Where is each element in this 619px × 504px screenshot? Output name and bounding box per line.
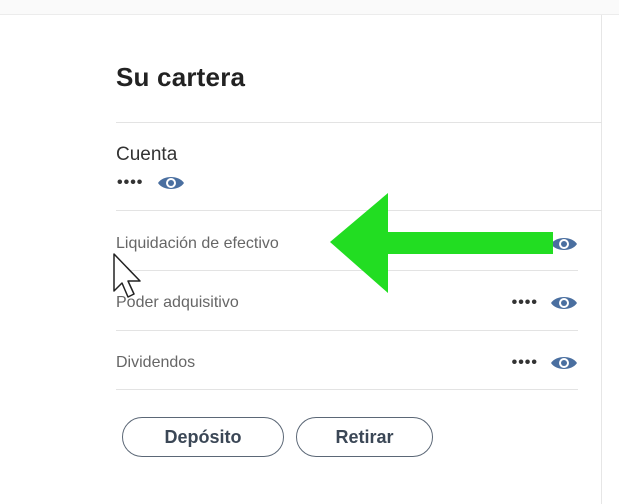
row-value-dividendos: •••• bbox=[512, 354, 578, 372]
masked-value: •••• bbox=[511, 353, 538, 371]
account-masked-value: •••• bbox=[117, 174, 144, 191]
account-value: •••• bbox=[117, 174, 185, 192]
eye-icon[interactable] bbox=[550, 294, 578, 312]
account-label: Cuenta bbox=[116, 144, 178, 165]
row-label-poder: Poder adquisitivo bbox=[116, 293, 239, 311]
row-label-dividendos: Dividendos bbox=[116, 353, 196, 371]
top-bar bbox=[0, 0, 619, 15]
divider-row-1 bbox=[116, 270, 578, 271]
deposit-button[interactable]: Depósito bbox=[122, 417, 284, 457]
row-poder-adquisitivo: Poder adquisitivo •••• bbox=[116, 273, 578, 332]
divider-row-2 bbox=[116, 330, 578, 331]
row-value-liquidacion: •••• bbox=[512, 235, 578, 253]
row-liquidacion: Liquidación de efectivo •••• bbox=[116, 214, 578, 273]
row-label-liquidacion: Liquidación de efectivo bbox=[116, 234, 279, 252]
divider-row-3 bbox=[116, 389, 578, 390]
eye-icon[interactable] bbox=[157, 174, 185, 192]
divider-title bbox=[116, 122, 602, 123]
page: Su cartera Cuenta •••• Liquidación de ef… bbox=[0, 0, 619, 504]
right-divider bbox=[601, 15, 602, 504]
divider-account bbox=[116, 210, 602, 211]
masked-value: •••• bbox=[511, 293, 538, 311]
withdraw-button[interactable]: Retirar bbox=[296, 417, 433, 457]
panel-title: Su cartera bbox=[116, 62, 246, 92]
row-dividendos: Dividendos •••• bbox=[116, 333, 578, 392]
eye-icon[interactable] bbox=[550, 354, 578, 372]
masked-value: •••• bbox=[511, 234, 538, 252]
row-value-poder: •••• bbox=[512, 294, 578, 312]
eye-icon[interactable] bbox=[550, 235, 578, 253]
